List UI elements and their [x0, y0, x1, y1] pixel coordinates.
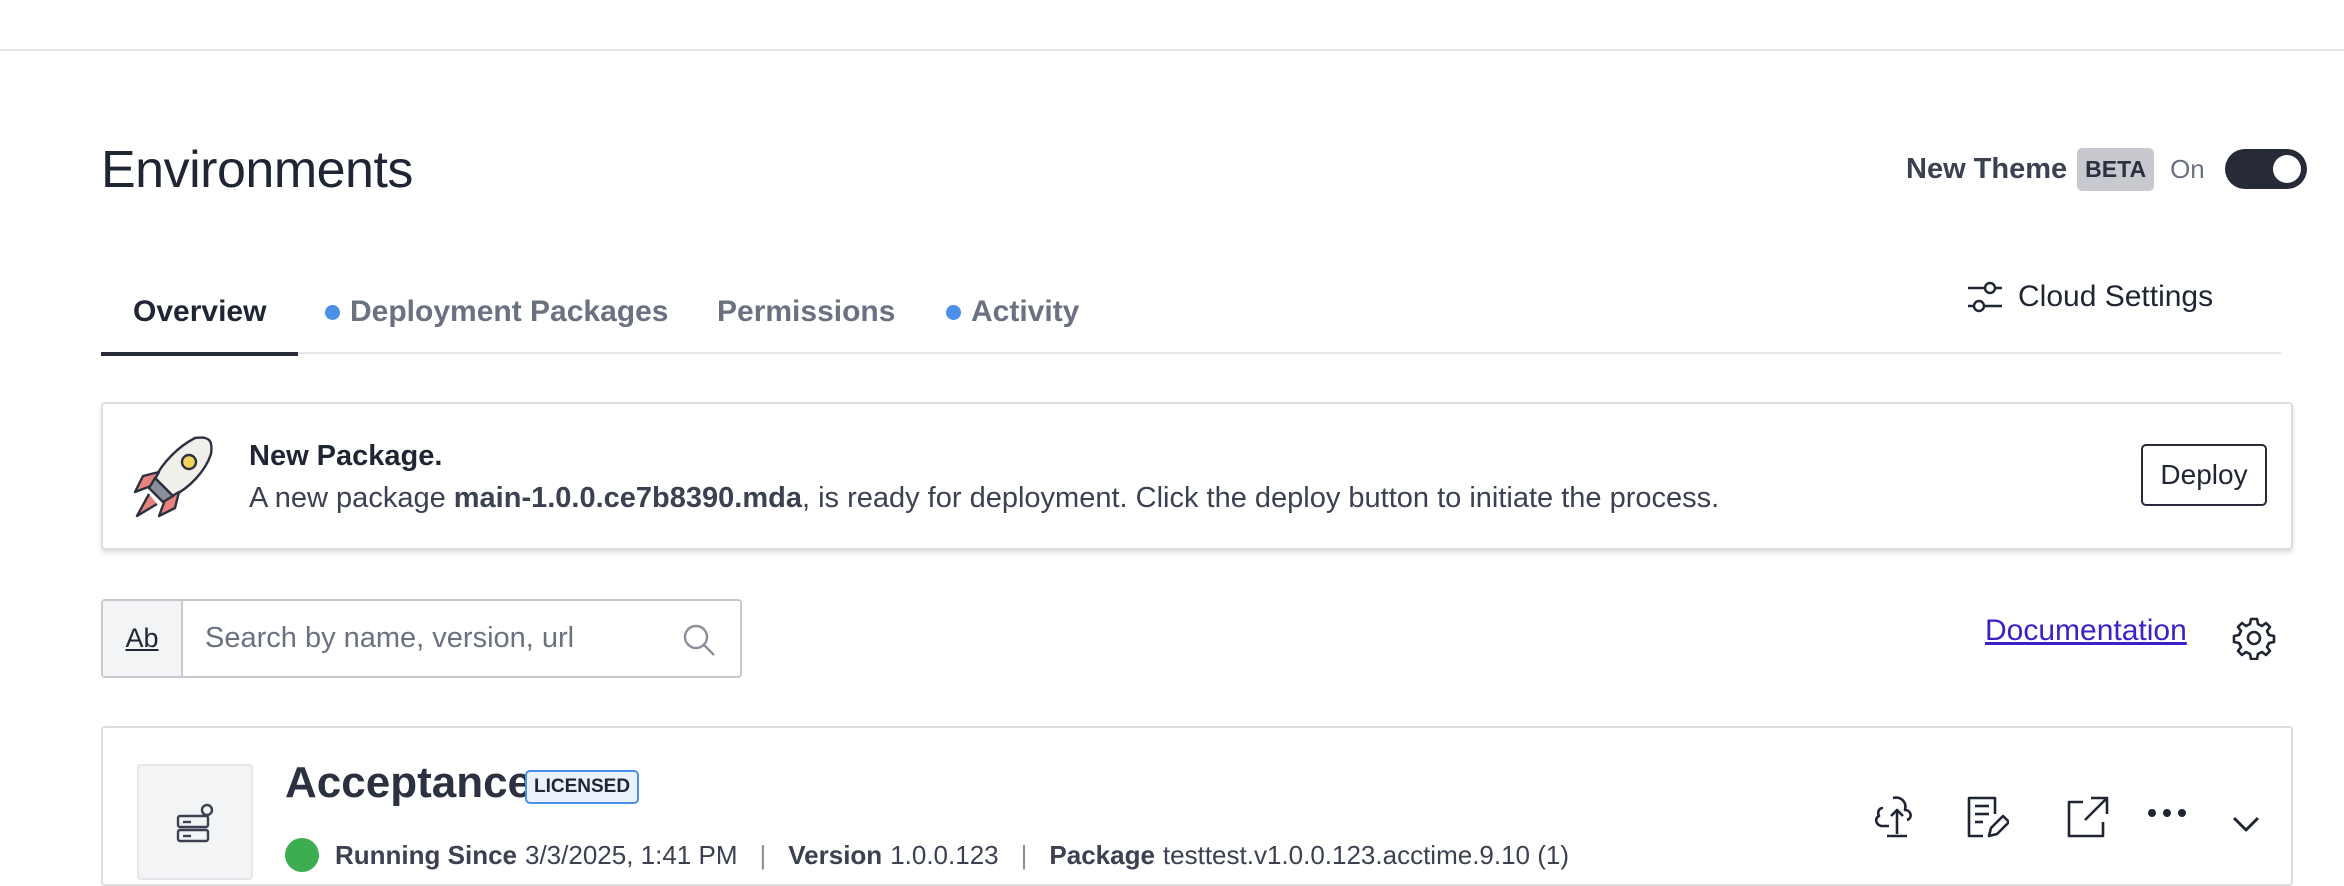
cloud-settings-label: Cloud Settings	[2018, 280, 2214, 313]
running-since-value: 3/3/2025, 1:41 PM	[525, 839, 738, 870]
chevron-down-icon[interactable]	[2231, 814, 2261, 834]
new-package-banner: New Package. A new package main-1.0.0.ce…	[101, 402, 2293, 550]
licensed-badge: LICENSED	[525, 770, 640, 804]
beta-badge: BETA	[2077, 147, 2155, 191]
new-theme-toggle[interactable]	[2224, 149, 2307, 189]
search-input[interactable]	[183, 601, 740, 676]
tab-label: Permissions	[717, 295, 896, 328]
environment-card: Acceptance LICENSED Running Since 3/3/20…	[101, 726, 2293, 886]
tab-bar: Overview Deployment Packages Permissions…	[101, 270, 2281, 356]
more-options-icon[interactable]	[2147, 806, 2187, 820]
search-box: Ab	[101, 599, 742, 678]
package-label: Package	[1049, 839, 1155, 870]
notification-dot	[946, 304, 961, 320]
separator: |	[1020, 839, 1028, 870]
documentation-link[interactable]: Documentation	[1985, 614, 2187, 648]
banner-title: New Package.	[249, 440, 443, 472]
rocket-icon	[133, 436, 213, 518]
top-bar	[0, 0, 2344, 51]
toggle-knob	[2272, 155, 2301, 183]
environment-status-line: Running Since 3/3/2025, 1:41 PM | Versio…	[285, 838, 1569, 872]
banner-text-prefix: A new package	[249, 482, 454, 514]
page-title: Environments	[101, 141, 413, 199]
package-value: testtest.v1.0.0.123.acctime.9.10 (1)	[1162, 839, 1570, 870]
version-label: Version	[788, 839, 883, 870]
match-case-button[interactable]: Ab	[103, 601, 183, 676]
tab-permissions[interactable]: Permissions	[717, 270, 895, 354]
banner-message: A new package main-1.0.0.ce7b8390.mda, i…	[249, 482, 1719, 515]
package-name: main-1.0.0.ce7b8390.mda	[453, 482, 802, 514]
tab-label: Overview	[133, 295, 267, 328]
cloud-settings-button[interactable]: Cloud Settings	[1966, 272, 2213, 322]
search-icon	[683, 624, 715, 656]
tab-overview[interactable]: Overview	[101, 270, 299, 356]
deploy-button[interactable]: Deploy	[2141, 444, 2267, 506]
new-theme-label: New Theme	[1906, 152, 2068, 185]
separator: |	[759, 839, 767, 870]
gear-icon[interactable]	[2232, 616, 2276, 660]
status-indicator	[285, 838, 319, 872]
toggle-state-label: On	[2170, 153, 2205, 184]
tab-activity[interactable]: Activity	[946, 270, 1079, 354]
version-value: 1.0.0.123	[890, 839, 999, 870]
environment-icon-box	[137, 764, 253, 880]
sliders-icon	[1968, 281, 2002, 313]
banner-text-suffix: , is ready for deployment. Click the dep…	[801, 482, 1720, 514]
edit-log-icon[interactable]	[1965, 794, 2009, 840]
new-theme-control: New Theme BETA On	[1906, 144, 2307, 194]
environment-name: Acceptance	[285, 758, 533, 807]
deploy-package-icon[interactable]	[1873, 794, 1917, 840]
open-external-icon[interactable]	[2065, 794, 2109, 840]
server-settings-icon	[176, 803, 214, 843]
status-label: Running Since	[335, 839, 517, 870]
tab-label: Activity	[971, 295, 1080, 328]
tab-deployment-packages[interactable]: Deployment Packages	[325, 270, 668, 354]
tab-label: Deployment Packages	[350, 295, 669, 328]
notification-dot	[325, 304, 340, 320]
